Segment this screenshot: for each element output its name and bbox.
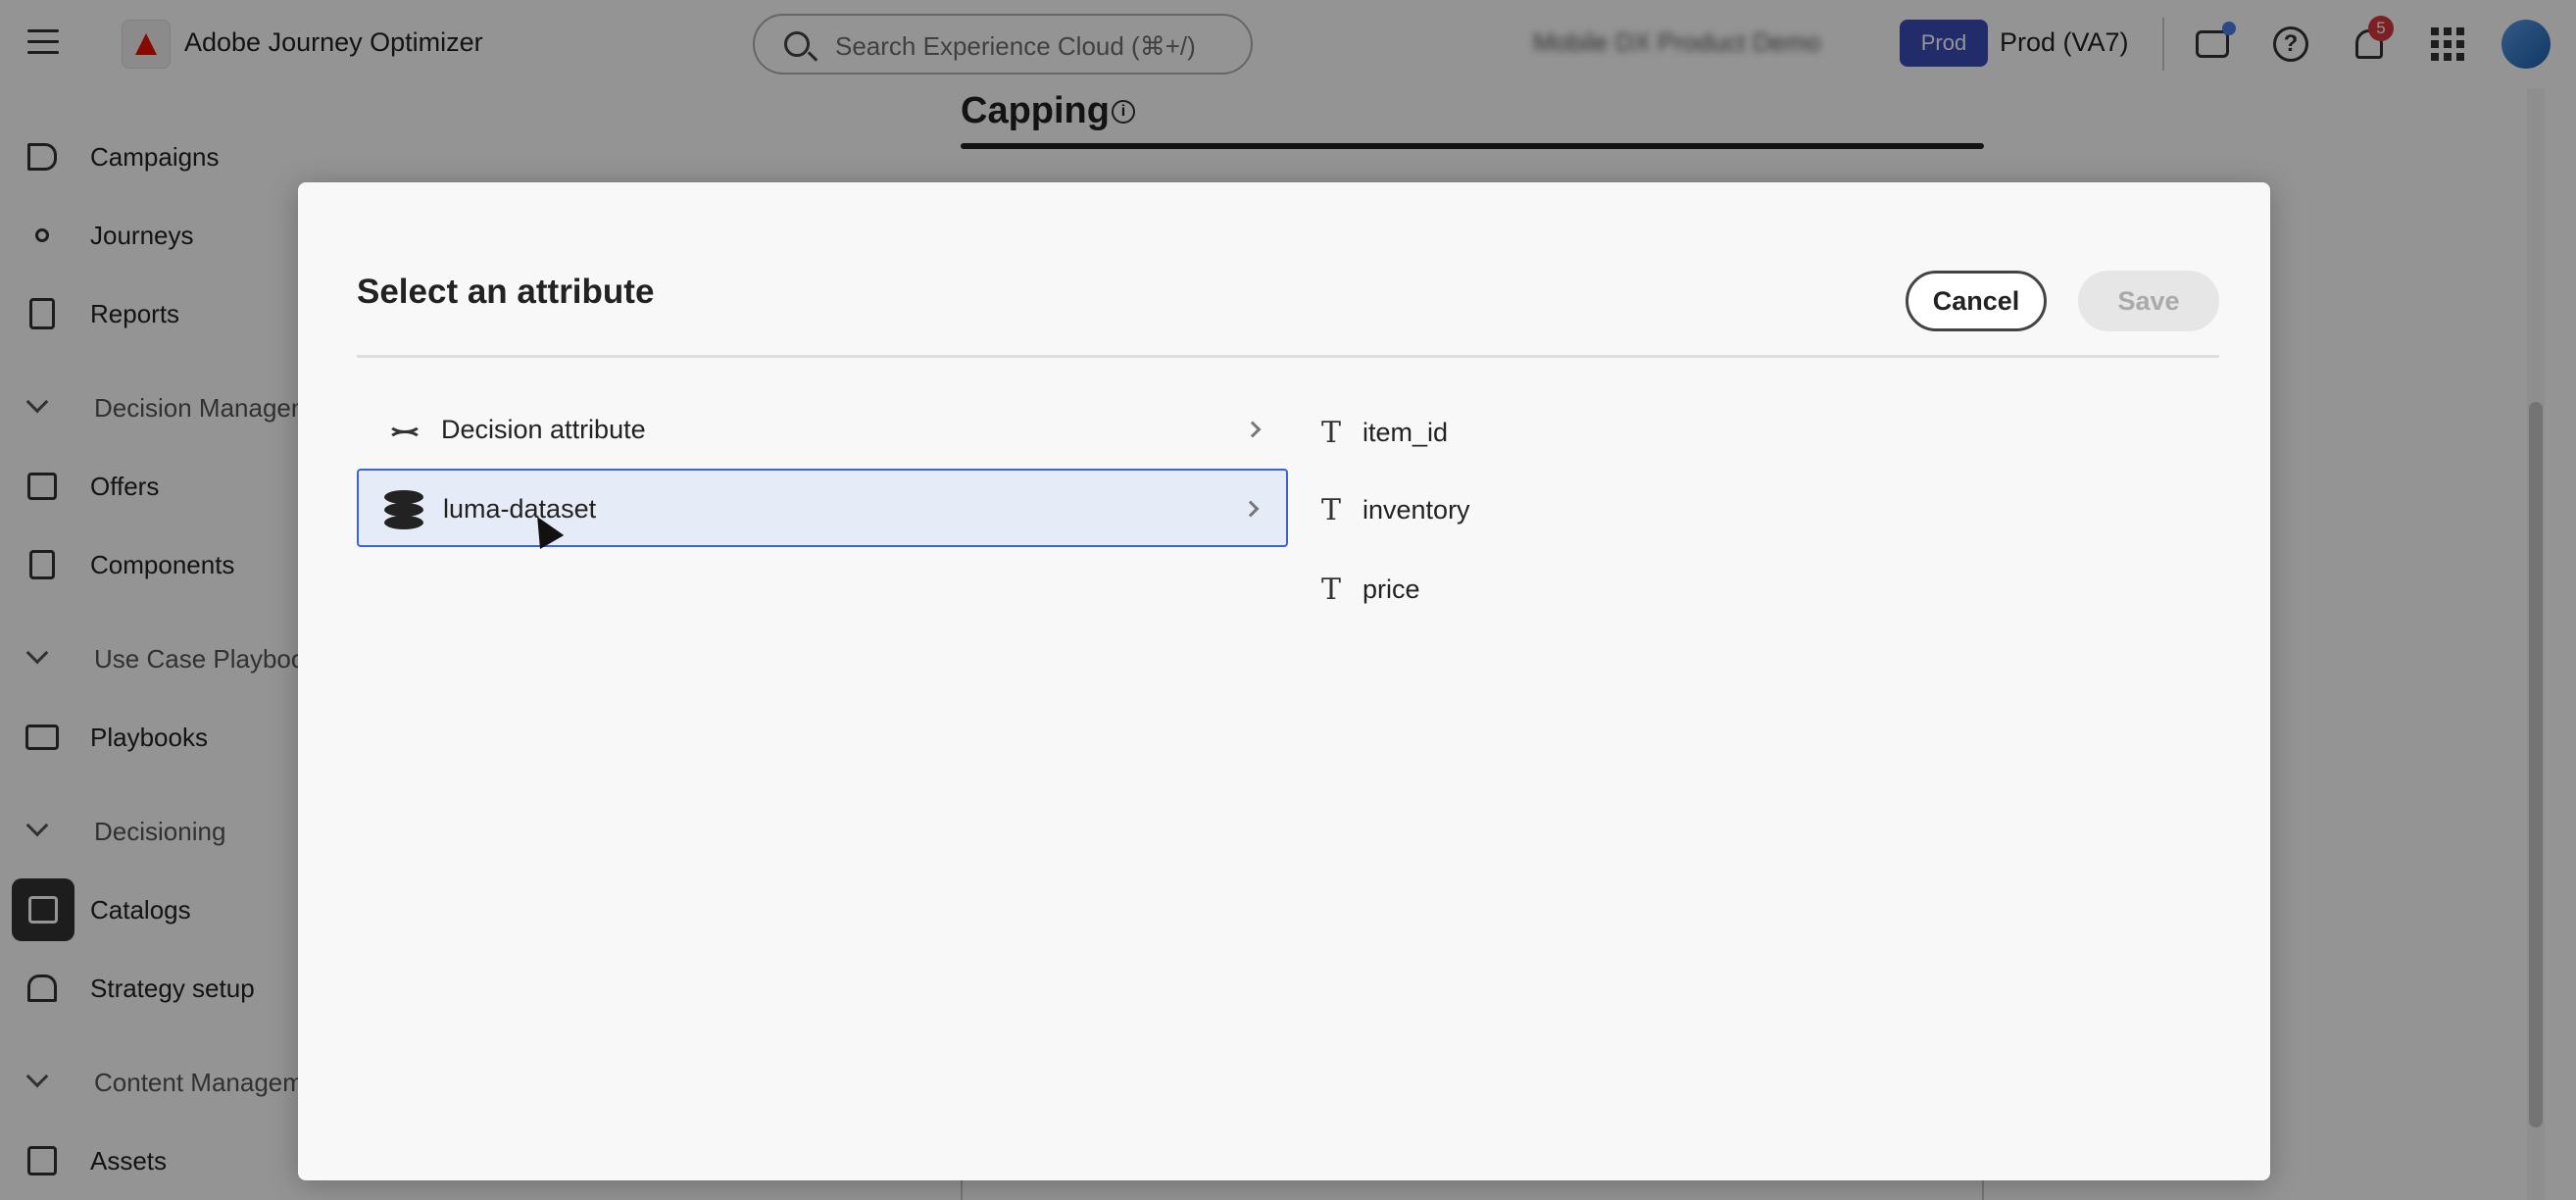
dialog-divider [357,355,2219,358]
field-label: price [1362,575,1420,604]
database-icon [384,490,423,529]
source-luma-dataset[interactable]: luma-dataset [357,469,1288,547]
select-attribute-dialog: Select an attribute Cancel Save Decision… [298,182,2270,1180]
field-price[interactable]: T price [1313,559,1902,618]
text-type-icon: T [1321,416,1342,450]
cancel-button[interactable]: Cancel [1906,271,2047,331]
chevron-right-icon [1242,500,1260,518]
field-label: inventory [1362,495,1470,525]
field-item-id[interactable]: T item_id [1313,402,1902,461]
text-type-icon: T [1321,573,1342,607]
chevron-right-icon [1244,421,1262,438]
source-label: Decision attribute [441,415,646,444]
save-button[interactable]: Save [2078,271,2219,331]
field-label: item_id [1362,418,1449,447]
dna-icon [382,411,422,450]
field-inventory[interactable]: T inventory [1313,479,1902,538]
dialog-title: Select an attribute [357,273,655,311]
text-type-icon: T [1321,493,1342,527]
source-label: luma-dataset [443,494,597,524]
source-decision-attribute[interactable]: Decision attribute [357,391,1288,470]
